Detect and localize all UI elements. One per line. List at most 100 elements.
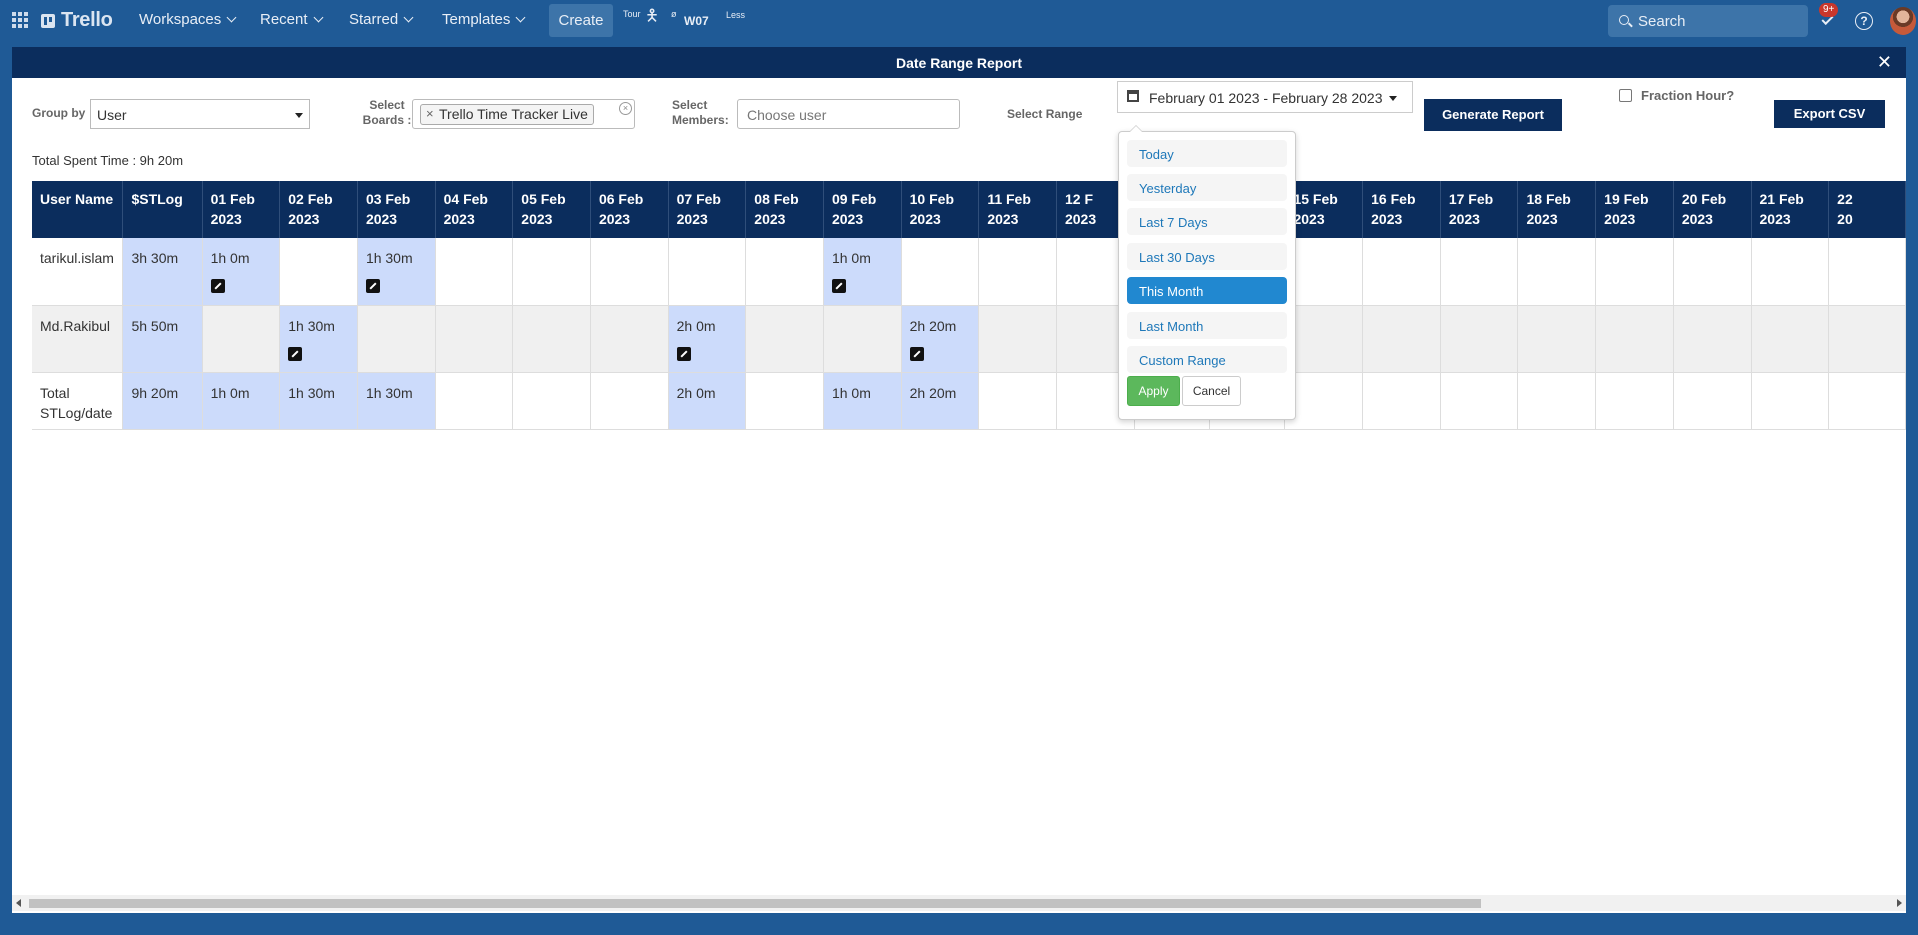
header-line1: 11 Feb: [987, 191, 1031, 207]
time-cell: [1595, 305, 1674, 373]
time-cell: [1362, 305, 1441, 373]
time-cell: [745, 238, 824, 306]
table-row: Md.Rakibul 5h 50m 1h 30m 2h 0m 2h 20m: [32, 305, 1906, 373]
less-toggle[interactable]: Less: [726, 10, 745, 20]
time-cell: 1h 0m: [823, 372, 902, 430]
tour-person-icon[interactable]: 🯅: [645, 5, 659, 32]
time-cell: [1440, 305, 1519, 373]
modal-header: Date Range Report ✕: [12, 47, 1906, 78]
create-label: Create: [558, 12, 604, 29]
range-yesterday[interactable]: Yesterday: [1127, 174, 1287, 201]
logo-text: Trello: [61, 9, 113, 31]
edit-icon[interactable]: [288, 346, 303, 361]
time-value: 1h 0m: [210, 250, 250, 266]
range-last-7-days[interactable]: Last 7 Days: [1127, 208, 1287, 235]
time-cell: [1517, 372, 1597, 430]
edit-icon[interactable]: [210, 279, 225, 293]
header-line2: 2023: [1759, 211, 1791, 227]
time-value: 1h 30m: [365, 384, 413, 401]
column-header: 07 Feb 2023: [668, 181, 747, 238]
time-cell: [1595, 372, 1674, 430]
ext-w07-link[interactable]: W07: [684, 14, 709, 28]
range-this-month[interactable]: This Month: [1127, 277, 1287, 304]
cancel-button[interactable]: Cancel: [1182, 376, 1241, 406]
header-line1: $STLog: [131, 191, 183, 207]
column-header: 11 Feb 2023: [978, 181, 1057, 238]
header-line1: 17 Feb: [1448, 191, 1494, 207]
column-header: 20 Feb 2023: [1673, 181, 1752, 238]
time-cell: [978, 238, 1057, 306]
edit-icon[interactable]: [909, 346, 924, 361]
members-placeholder: Choose user: [747, 107, 827, 123]
search-input[interactable]: Search: [1608, 5, 1808, 37]
header-line1: 04 Feb: [443, 191, 488, 207]
header-line2: 2023: [1448, 211, 1480, 227]
edit-icon[interactable]: [365, 279, 380, 293]
header-line2: 2023: [1371, 211, 1403, 227]
header-line1: 02 Feb: [288, 191, 333, 207]
time-value: 2h 20m: [909, 384, 957, 401]
header-line1: 08 Feb: [754, 191, 799, 207]
range-last-month[interactable]: Last Month: [1127, 312, 1287, 339]
time-cell: 2h 0m: [668, 305, 747, 373]
date-range-picker[interactable]: February 01 2023 - February 28 2023: [1117, 81, 1413, 113]
nav-templates[interactable]: Templates: [442, 11, 526, 28]
group-by-select[interactable]: User: [90, 99, 310, 129]
time-value: 9h 20m: [131, 384, 179, 401]
column-header: 18 Feb 2023: [1517, 181, 1597, 238]
header-line2: 2023: [288, 211, 320, 227]
time-cell: [512, 372, 591, 430]
chevron-down-icon: [226, 12, 237, 23]
range-today[interactable]: Today: [1127, 140, 1287, 167]
scroll-right-icon[interactable]: [1897, 899, 1902, 907]
time-value: 5h 50m: [131, 317, 179, 334]
scrollbar-thumb[interactable]: [29, 899, 1481, 908]
edit-icon[interactable]: [676, 346, 691, 361]
create-button[interactable]: Create: [549, 4, 613, 37]
edit-icon[interactable]: [831, 279, 846, 293]
header-row: User Name $STLog 01 Feb 2023 02 Feb 2023 03 Fe…: [32, 181, 1906, 238]
report-table: User Name $STLog 01 Feb 2023 02 Feb 2023 03 Fe…: [32, 181, 1906, 430]
nav-workspaces[interactable]: Workspaces: [139, 11, 237, 28]
tour-link[interactable]: Tour: [623, 9, 641, 19]
column-header: $STLog: [122, 181, 203, 238]
fraction-hour-checkbox[interactable]: Fraction Hour?: [1619, 88, 1734, 103]
ext-symbol-text: ø: [671, 9, 677, 19]
horizontal-scrollbar[interactable]: [12, 895, 1906, 911]
chip-remove-icon[interactable]: ×: [426, 106, 434, 121]
range-custom[interactable]: Custom Range: [1127, 346, 1287, 373]
time-cell: [1673, 238, 1752, 306]
close-icon[interactable]: ✕: [1877, 53, 1892, 71]
apply-button[interactable]: Apply: [1127, 376, 1180, 406]
header-line2: 2023: [365, 211, 398, 227]
trello-logo[interactable]: Trello: [41, 9, 113, 32]
user-avatar[interactable]: [1890, 7, 1916, 35]
column-header: 15 Feb 2023: [1284, 181, 1364, 238]
nav-starred[interactable]: Starred: [349, 11, 414, 28]
nav-label: Workspaces: [139, 11, 222, 28]
app-switcher-icon[interactable]: [12, 12, 28, 28]
header-line2: 2023: [210, 211, 242, 227]
fraction-hour-label: Fraction Hour?: [1641, 88, 1735, 103]
members-input[interactable]: Choose user: [737, 99, 960, 129]
checkbox-box[interactable]: [1619, 89, 1632, 102]
header-line2: 2023: [831, 211, 864, 227]
help-button[interactable]: ?: [1855, 12, 1873, 30]
time-value: 3h 30m: [131, 250, 179, 266]
time-cell: 1h 0m: [823, 238, 902, 306]
scroll-left-icon[interactable]: [16, 899, 21, 907]
export-csv-button[interactable]: Export CSV: [1774, 100, 1885, 128]
header-line1: 16 Feb: [1371, 191, 1416, 207]
user-name-cell: Total STLog/date: [32, 372, 124, 430]
clear-all-icon[interactable]: ×: [619, 102, 632, 115]
range-last-30-days[interactable]: Last 30 Days: [1127, 243, 1287, 270]
time-value: 2h 0m: [676, 384, 716, 401]
time-cell: [435, 372, 514, 430]
search-placeholder: Search: [1638, 12, 1686, 30]
column-header: 02 Feb 2023: [279, 181, 358, 238]
nav-recent[interactable]: Recent: [260, 11, 323, 28]
boards-multiselect[interactable]: × Trello Time Tracker Live ×: [412, 99, 635, 129]
header-line2: 2023: [754, 211, 786, 227]
generate-report-button[interactable]: Generate Report: [1424, 99, 1562, 131]
header-line2: 2023: [1681, 211, 1713, 227]
